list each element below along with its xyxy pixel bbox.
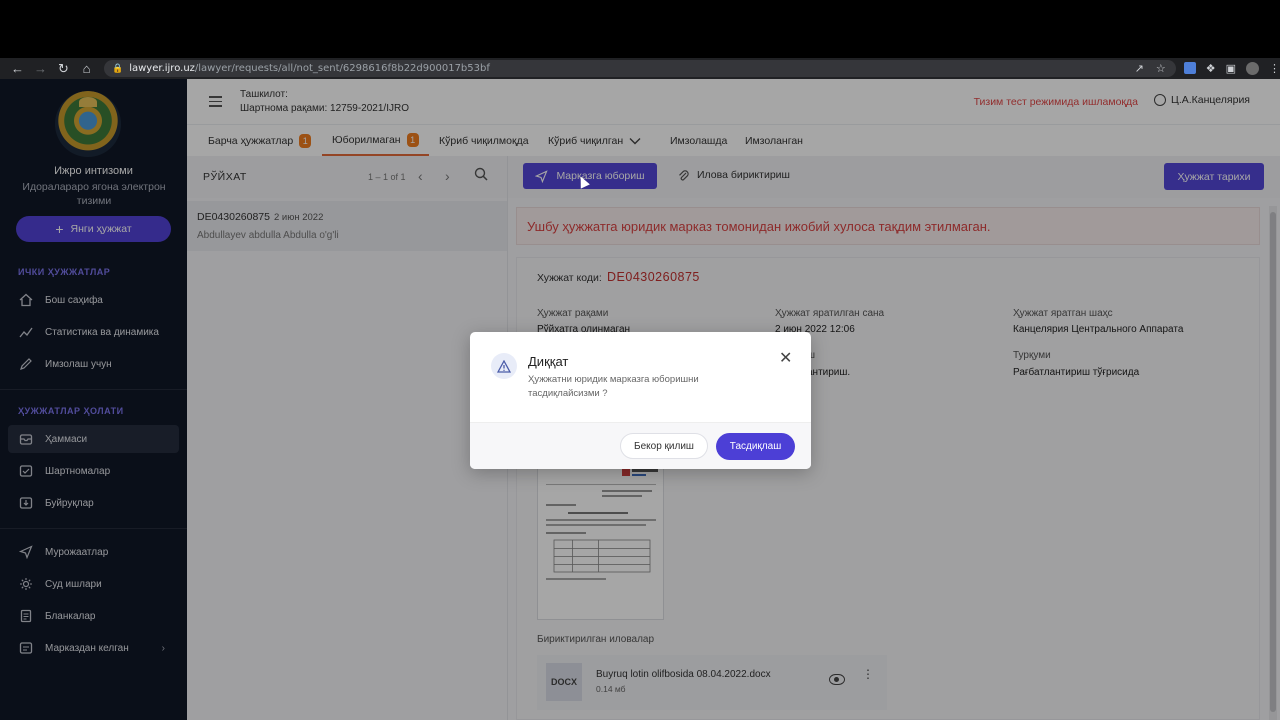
lock-icon: 🔒 (112, 63, 124, 74)
share-icon[interactable]: ↗ (1135, 62, 1144, 75)
dialog-message: Ҳужжатни юридик марказга юборишни тасдиқ… (528, 374, 699, 399)
reload-icon[interactable]: ↻ (52, 59, 75, 79)
browser-nav: ← → ↻ ⌂ (6, 59, 98, 79)
forward-icon[interactable]: → (29, 59, 52, 79)
warning-icon (491, 353, 517, 379)
dialog-title: Диққат (528, 354, 569, 369)
dialog-footer: Бекор қилиш Тасдиқлаш (470, 422, 811, 469)
home-icon[interactable]: ⌂ (75, 59, 98, 79)
translate-extension-icon[interactable] (1183, 62, 1196, 74)
back-icon[interactable]: ← (6, 59, 29, 79)
bookmark-star-icon[interactable]: ☆ (1156, 62, 1166, 75)
video-letterbox-top (0, 0, 1280, 58)
puzzle-extensions-icon[interactable]: ❖ (1206, 62, 1216, 75)
cancel-button[interactable]: Бекор қилиш (620, 433, 708, 459)
url-path: /lawyer/requests/all/not_sent/6298616f8b… (194, 63, 490, 74)
browser-toolbar: ← → ↻ ⌂ 🔒 lawyer.ijro.uz/lawyer/requests… (0, 58, 1280, 79)
confirm-button[interactable]: Тасдиқлаш (716, 433, 795, 460)
extensions: ❖ ▣ ⋮ (1183, 62, 1280, 75)
browser-menu-icon[interactable]: ⋮ (1269, 62, 1280, 75)
url-host: lawyer.ijro.uz (129, 63, 195, 74)
sidepanel-icon[interactable]: ▣ (1226, 62, 1236, 75)
address-bar[interactable]: 🔒 lawyer.ijro.uz/lawyer/requests/all/not… (104, 60, 1176, 77)
profile-avatar[interactable] (1246, 62, 1259, 75)
confirm-dialog: Диққат Ҳужжатни юридик марказга юборишни… (470, 332, 811, 469)
close-icon[interactable]: ✕ (779, 348, 792, 368)
address-bar-actions: ↗ ☆ (1135, 62, 1176, 75)
